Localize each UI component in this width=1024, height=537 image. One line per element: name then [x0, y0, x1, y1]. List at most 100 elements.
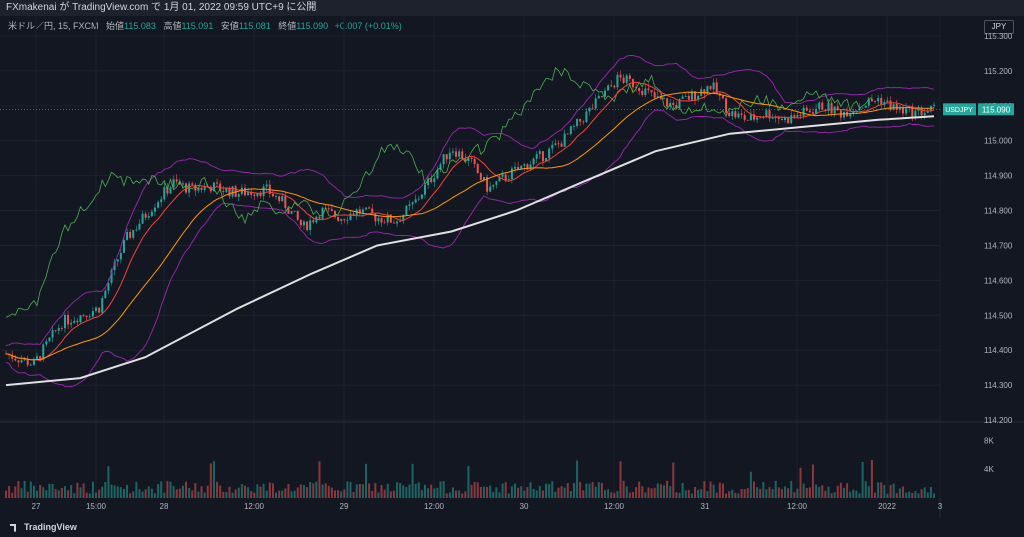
candle-body	[302, 221, 305, 226]
candle-body	[604, 90, 607, 97]
volume-bar	[799, 467, 802, 498]
volume-bar	[76, 482, 79, 498]
volume-bar	[721, 483, 724, 498]
volume-bar	[504, 482, 507, 498]
volume-bar	[172, 486, 175, 498]
volume-bar	[594, 486, 597, 498]
candle-body	[29, 364, 32, 366]
price-tick-label: 114.400	[984, 346, 1013, 355]
volume-bar	[684, 490, 687, 498]
volume-bar	[604, 490, 607, 498]
volume-bar	[563, 487, 566, 498]
candle-body	[638, 88, 641, 91]
volume-bar	[576, 460, 579, 498]
candle-body	[275, 196, 278, 197]
candle-body	[600, 96, 603, 97]
volume-bar	[396, 482, 399, 498]
candle-body	[560, 143, 563, 147]
candle-body	[57, 327, 60, 331]
candle-body	[771, 118, 774, 119]
candle-body	[802, 107, 805, 117]
volume-bar	[60, 487, 63, 498]
brand-label[interactable]: TradingView	[24, 522, 77, 532]
candle-body	[380, 218, 383, 223]
volume-bar	[824, 490, 827, 498]
price-tick-label: 115.200	[984, 67, 1013, 76]
volume-bar	[79, 487, 82, 498]
volume-bar	[371, 490, 374, 498]
candle-body	[622, 77, 625, 83]
price-tick-label: 114.600	[984, 276, 1013, 285]
volume-bar	[933, 493, 935, 498]
volume-bar	[337, 490, 340, 498]
candle-body	[423, 184, 426, 195]
volume-bar	[51, 483, 54, 498]
volume-bar	[532, 488, 535, 498]
volume-bar	[95, 492, 98, 498]
volume-bar	[157, 484, 160, 498]
candle-body	[51, 330, 54, 338]
volume-bar	[718, 482, 721, 498]
candle-body	[662, 98, 665, 100]
volume-bar	[442, 481, 445, 498]
volume-bar	[420, 489, 423, 498]
volume-bar	[886, 493, 889, 498]
candle-body	[185, 183, 188, 193]
volume-bar	[82, 483, 85, 498]
candle-body	[408, 204, 411, 206]
volume-bar	[622, 480, 625, 498]
volume-bar	[237, 487, 240, 498]
volume-bar	[836, 485, 839, 498]
volume-bar	[839, 482, 842, 498]
price-axis: 115.300115.200115.100115.000114.900114.8…	[984, 32, 1013, 425]
volume-bar	[901, 486, 904, 498]
candle-body	[306, 221, 309, 231]
volume-bar	[200, 486, 203, 498]
volume-bar	[32, 485, 35, 498]
volume-bar	[743, 489, 746, 498]
volume-bar	[482, 486, 485, 498]
volume-bar	[175, 489, 178, 498]
volume-bar	[874, 492, 877, 498]
candle-body	[76, 320, 79, 323]
candle-body	[830, 102, 833, 114]
volume-bar	[842, 487, 845, 498]
volume-bar	[929, 486, 932, 498]
candle-body	[563, 133, 566, 147]
candle-body	[591, 107, 594, 109]
volume-bar	[582, 490, 585, 498]
volume-bar	[386, 483, 389, 498]
volume-bar	[523, 490, 526, 498]
volume-bar	[464, 491, 467, 498]
symbol-price-tag-label: USDJPY	[945, 107, 973, 114]
volume-bar	[548, 484, 551, 498]
volume-bar	[119, 487, 122, 498]
candle-body	[265, 184, 268, 187]
volume-bar	[423, 484, 426, 498]
volume-bar	[402, 485, 405, 498]
candle-body	[181, 183, 184, 185]
volume-bar	[880, 482, 883, 498]
candle-body	[361, 209, 364, 213]
candle-body	[247, 192, 250, 196]
price-chart[interactable]: 115.300115.200115.100115.000114.900114.8…	[0, 16, 1024, 518]
volume-bar	[725, 493, 728, 498]
volume-bar	[355, 484, 358, 498]
volume-bar	[358, 483, 361, 498]
candle-body	[740, 113, 743, 115]
volume-bar	[920, 489, 923, 498]
volume-bars	[5, 459, 935, 498]
candle-body	[842, 111, 845, 118]
volume-bar	[380, 485, 383, 498]
candle-body	[746, 119, 749, 121]
volume-bar	[486, 486, 489, 498]
volume-bar	[445, 493, 448, 498]
volume-bar	[811, 464, 814, 498]
volume-bar	[197, 491, 200, 498]
volume-bar	[405, 487, 408, 498]
candle-body	[216, 182, 219, 184]
volume-bar	[687, 490, 690, 498]
candle-body	[709, 86, 712, 90]
candle-body	[818, 102, 821, 109]
candle-body	[576, 118, 579, 126]
